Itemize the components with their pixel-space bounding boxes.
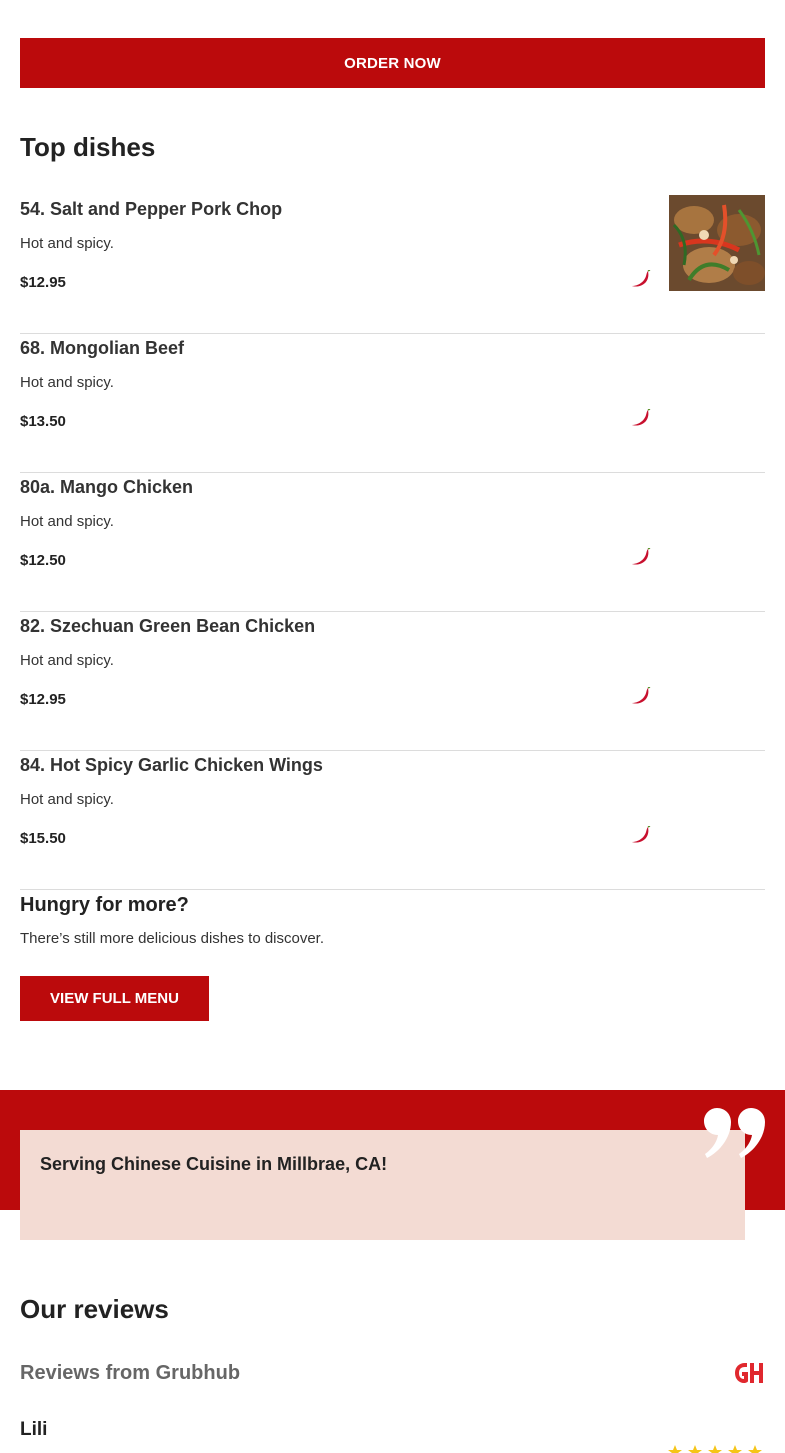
top-dishes-title: Top dishes: [20, 132, 156, 162]
reviews-title: Our reviews: [20, 1294, 169, 1324]
chili-pepper-icon: [632, 548, 651, 565]
chili-pepper-icon: [632, 826, 651, 843]
star-icon: [688, 1445, 702, 1453]
reviewer-name: Lili: [20, 1419, 48, 1440]
chili-pepper-icon: [632, 687, 651, 704]
order-now-button[interactable]: ORDER NOW: [20, 38, 765, 88]
dish-description: Hot and spicy.: [20, 791, 114, 808]
chili-pepper-icon: [632, 270, 651, 287]
dish-name: 84. Hot Spicy Garlic Chicken Wings: [20, 755, 323, 775]
view-full-menu-button[interactable]: VIEW FULL MENU: [20, 976, 209, 1021]
dish-item[interactable]: 82. Szechuan Green Bean Chicken Hot and …: [20, 612, 765, 751]
dish-name: 68. Mongolian Beef: [20, 338, 185, 358]
dish-name: 82. Szechuan Green Bean Chicken: [20, 616, 316, 636]
dish-price: $12.95: [20, 691, 66, 708]
dish-item[interactable]: 68. Mongolian Beef Hot and spicy. $13.50: [20, 334, 765, 473]
dish-price: $13.50: [20, 413, 66, 430]
quote-text: Serving Chinese Cuisine in Millbrae, CA!: [40, 1154, 388, 1174]
dish-price: $15.50: [20, 830, 66, 847]
dish-item[interactable]: 84. Hot Spicy Garlic Chicken Wings Hot a…: [20, 751, 765, 890]
dish-item[interactable]: 54. Salt and Pepper Pork Chop Hot and sp…: [20, 195, 765, 334]
dish-price: $12.95: [20, 274, 66, 291]
review-rating: [667, 1444, 763, 1453]
dish-name: 80a. Mango Chicken: [20, 477, 194, 497]
dish-item[interactable]: 80a. Mango Chicken Hot and spicy. $12.50: [20, 473, 765, 612]
grubhub-logo: [735, 1363, 763, 1383]
dish-description: Hot and spicy.: [20, 513, 114, 530]
dish-description: Hot and spicy.: [20, 235, 114, 252]
dish-description: Hot and spicy.: [20, 652, 114, 669]
quote-icon: [704, 1108, 765, 1158]
dish-price: $12.50: [20, 552, 66, 569]
dish-description: Hot and spicy.: [20, 374, 114, 391]
hungry-for-more-title: Hungry for more?: [20, 894, 189, 916]
reviews-source: Reviews from Grubhub: [20, 1362, 241, 1384]
dish-photo: [669, 195, 765, 291]
star-icon: [668, 1445, 682, 1453]
star-icon: [728, 1445, 742, 1453]
star-icon: [708, 1445, 722, 1453]
quote-card: Serving Chinese Cuisine in Millbrae, CA!: [20, 1130, 745, 1240]
dish-name: 54. Salt and Pepper Pork Chop: [20, 199, 283, 219]
hungry-for-more-text: There’s still more delicious dishes to d…: [20, 930, 325, 947]
chili-pepper-icon: [632, 409, 651, 426]
star-icon: [748, 1445, 762, 1453]
